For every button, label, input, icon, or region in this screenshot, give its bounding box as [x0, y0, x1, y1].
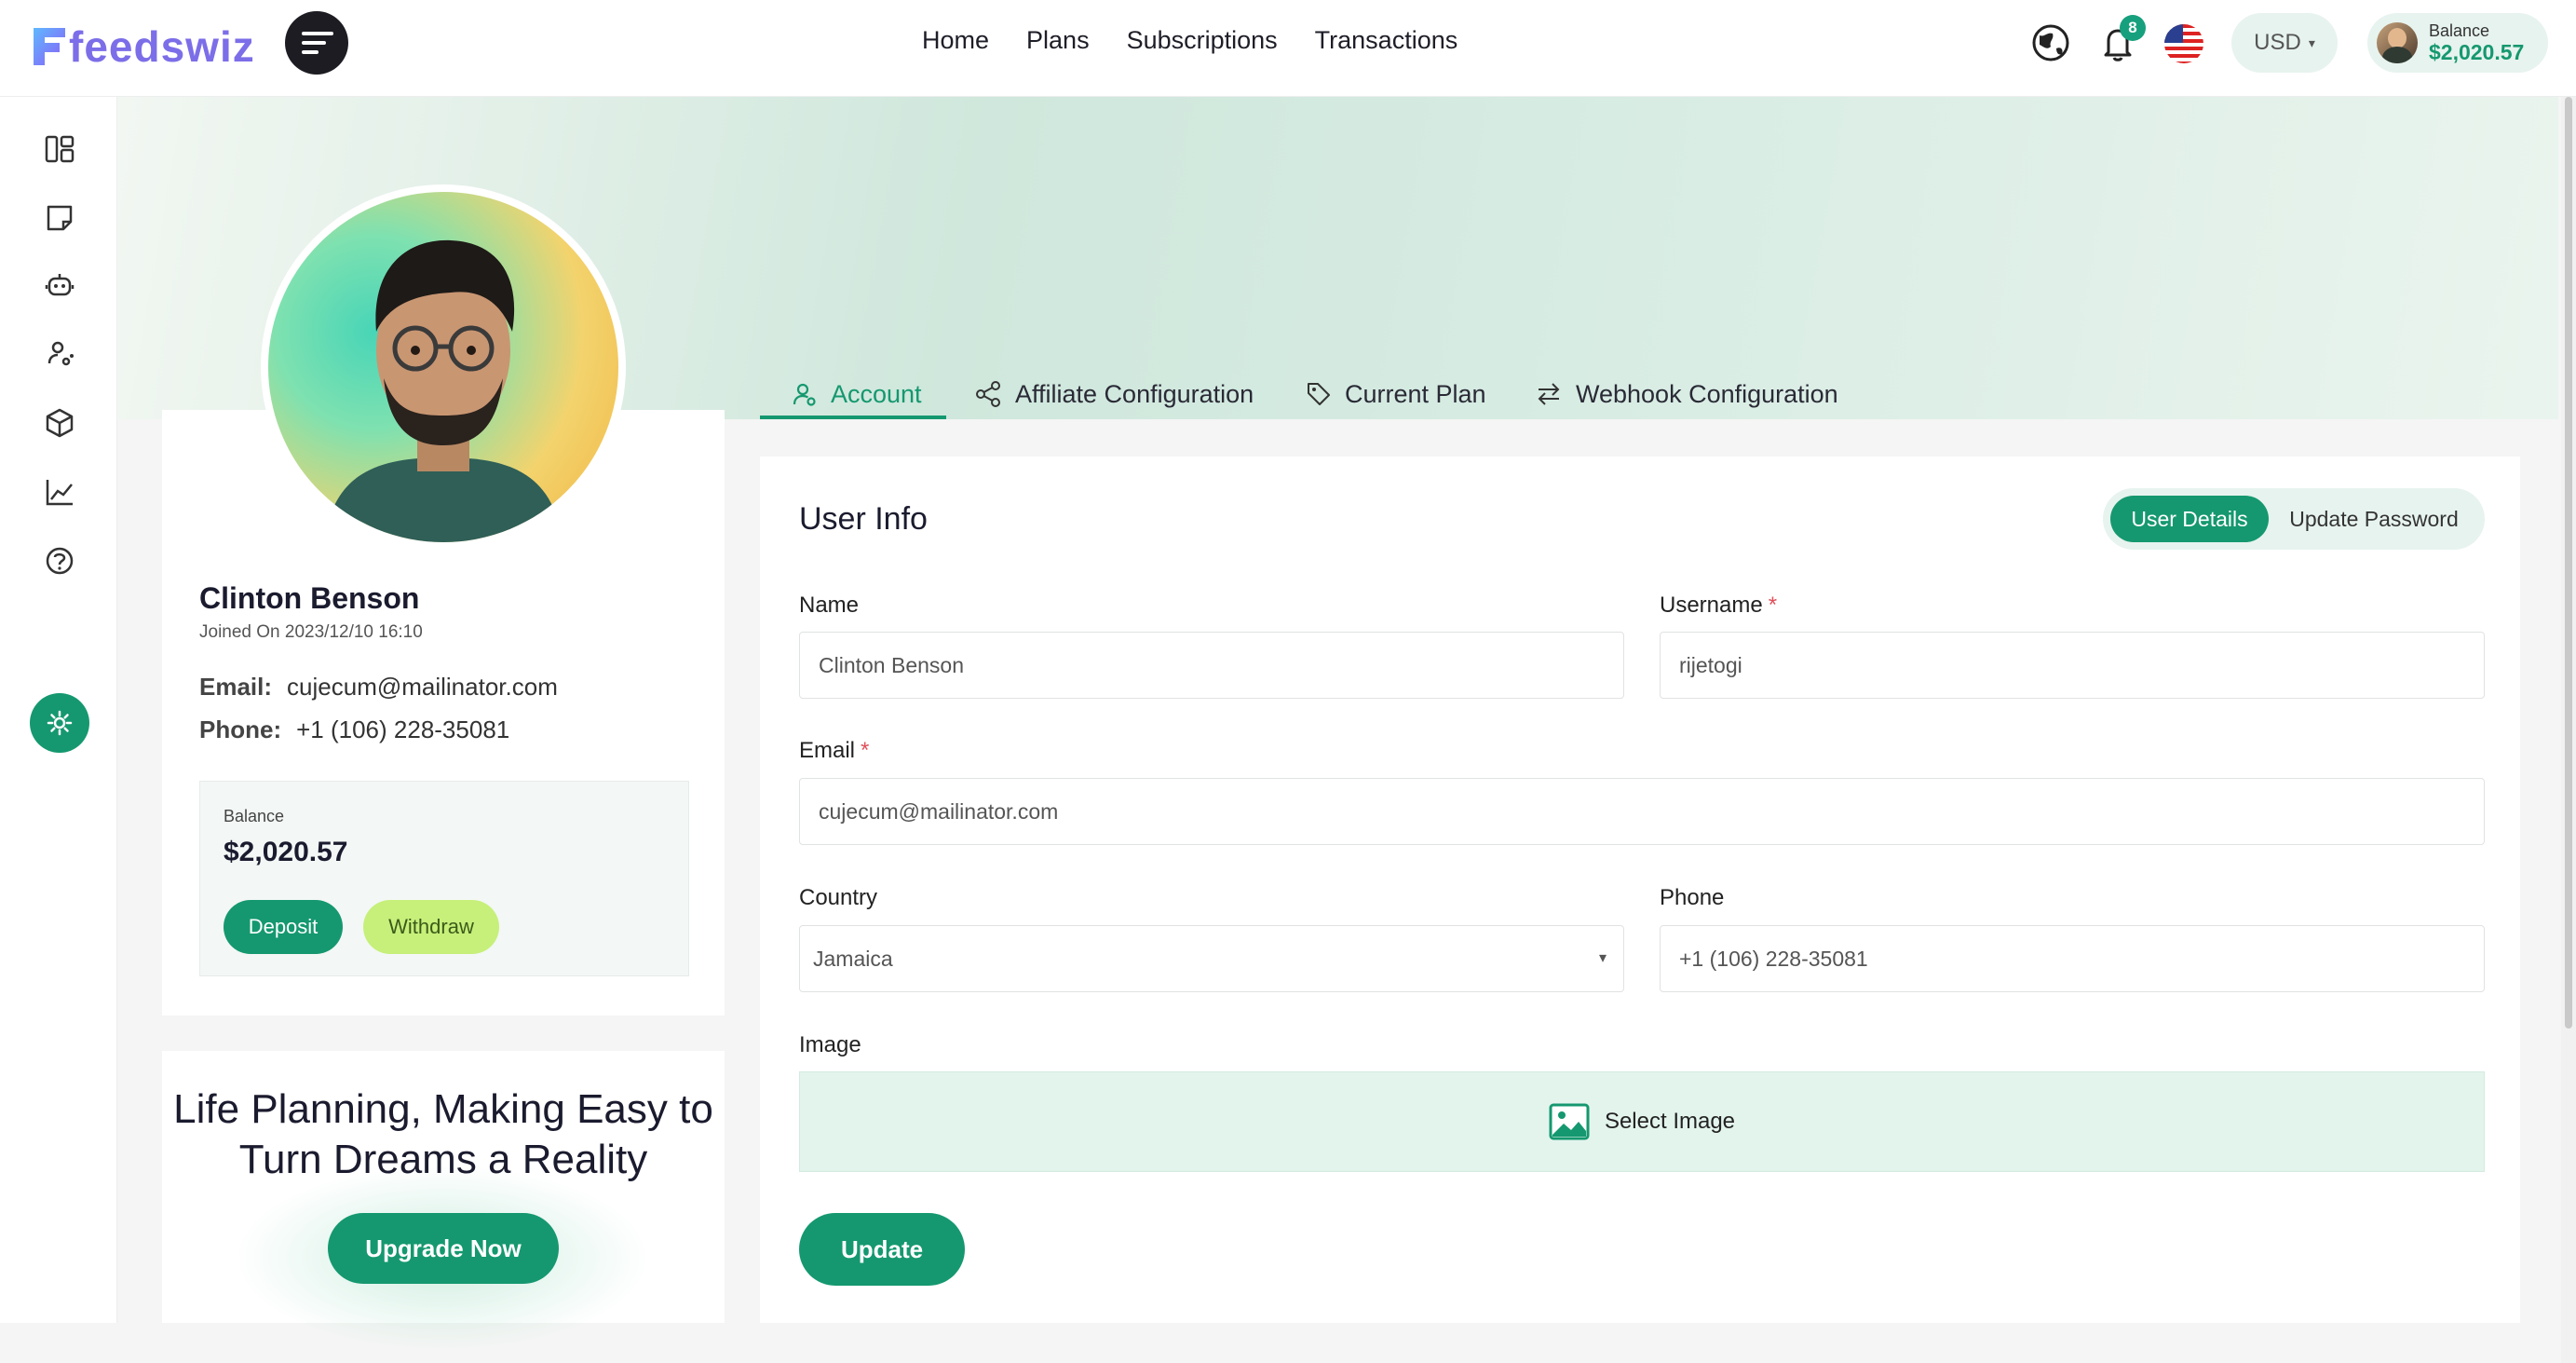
tab-account-label: Account — [831, 379, 922, 408]
select-image-button[interactable]: Select Image — [799, 1071, 2485, 1172]
us-flag-icon[interactable] — [2164, 24, 2203, 63]
notification-badge: 8 — [2120, 15, 2146, 41]
email-label-text: Email — [799, 738, 856, 763]
email-field[interactable]: cujecum@mailinator.com — [799, 778, 2485, 845]
nav-plans[interactable]: Plans — [1026, 26, 1090, 55]
user-icon — [793, 383, 816, 406]
name-field[interactable]: Clinton Benson — [799, 632, 1624, 699]
header-balance[interactable]: Balance $2,020.57 — [2367, 13, 2548, 73]
tab-current-plan-label: Current Plan — [1345, 379, 1486, 408]
currency-value: USD — [2254, 30, 2301, 55]
help-icon[interactable] — [41, 542, 78, 579]
email-label: Email: — [199, 673, 273, 701]
logo[interactable]: feedswiz — [28, 17, 255, 76]
withdraw-button[interactable]: Withdraw — [363, 900, 499, 954]
sidebar — [0, 97, 117, 1323]
user-info-card — [760, 457, 2520, 1323]
notes-icon[interactable] — [41, 199, 78, 237]
tab-webhook-configuration[interactable]: Webhook Configuration — [1535, 369, 1838, 419]
profile-name: Clinton Benson — [199, 581, 420, 615]
user-details-toggle[interactable]: User Details — [2110, 496, 2269, 542]
nav-subscriptions[interactable]: Subscriptions — [1127, 26, 1278, 55]
main-nav: Home Plans Subscriptions Transactions — [922, 26, 1457, 55]
currency-select[interactable]: USD ▾ — [2231, 13, 2338, 73]
country-select[interactable]: Jamaica ▾ — [799, 925, 1624, 992]
required-mark: * — [1768, 593, 1778, 618]
scrollbar-thumb[interactable] — [2565, 97, 2572, 1029]
menu-icon — [302, 32, 333, 35]
phone-value: +1 (106) 228-35081 — [296, 716, 510, 743]
name-label: Name — [799, 593, 859, 619]
menu-icon-line — [302, 41, 326, 45]
username-label: Username * — [1660, 593, 1777, 619]
menu-toggle-button[interactable] — [285, 11, 348, 75]
username-label-text: Username — [1660, 593, 1763, 618]
tab-current-plan[interactable]: Current Plan — [1306, 369, 1486, 419]
update-button[interactable]: Update — [799, 1213, 965, 1286]
profile-avatar — [261, 184, 626, 550]
share-icon — [976, 381, 1000, 407]
swap-icon — [1538, 383, 1560, 405]
settings-icon — [47, 710, 73, 736]
chart-line-icon[interactable] — [41, 473, 78, 511]
avatar — [2377, 22, 2418, 63]
active-tab-indicator — [760, 416, 946, 419]
tag-icon — [1308, 383, 1330, 405]
profile-photo — [324, 239, 563, 542]
email-field-label: Email * — [799, 738, 869, 764]
promo-title: Life Planning, Making Easy to Turn Dream… — [173, 1086, 713, 1182]
logo-mark-icon — [34, 28, 65, 65]
balance-box-label: Balance — [224, 807, 285, 825]
phone-label-text: Phone — [1660, 885, 1725, 910]
tab-webhook-label: Webhook Configuration — [1576, 379, 1838, 408]
balance-value: $2,020.57 — [2429, 40, 2525, 64]
email-value: cujecum@mailinator.com — [287, 673, 558, 701]
nav-transactions[interactable]: Transactions — [1315, 26, 1458, 55]
sidebar-item-settings[interactable] — [30, 693, 89, 753]
update-password-toggle[interactable]: Update Password — [2276, 496, 2472, 542]
country-value: Jamaica — [813, 946, 893, 971]
tab-account[interactable]: Account — [792, 369, 922, 419]
select-image-label: Select Image — [1604, 1109, 1736, 1134]
box-icon[interactable] — [41, 404, 78, 442]
phone-field[interactable]: +1 (106) 228-35081 — [1660, 925, 2485, 992]
country-label: Country — [799, 885, 877, 911]
phone-label: Phone — [1660, 885, 1724, 911]
name-label-text: Name — [799, 593, 860, 618]
upgrade-now-button[interactable]: Upgrade Now — [328, 1213, 559, 1284]
robot-icon[interactable] — [41, 266, 78, 304]
card-title: User Info — [799, 501, 928, 537]
tab-affiliate-label: Affiliate Configuration — [1015, 379, 1254, 408]
balance-label: Balance — [2429, 21, 2490, 40]
country-label-text: Country — [799, 885, 878, 910]
chevron-down-icon: ▾ — [2308, 34, 2315, 50]
image-label: Image — [799, 1032, 861, 1058]
dashboard-icon[interactable] — [41, 130, 78, 168]
profile-joined: Joined On 2023/12/10 16:10 — [199, 622, 423, 642]
profile-email: Email: cujecum@mailinator.com — [199, 673, 558, 702]
username-field[interactable]: rijetogi — [1660, 632, 2485, 699]
phone-label: Phone: — [199, 716, 282, 743]
profile-phone: Phone: +1 (106) 228-35081 — [199, 716, 509, 744]
globe-icon[interactable] — [2030, 22, 2071, 63]
deposit-button[interactable]: Deposit — [224, 900, 343, 954]
logo-text: feedswiz — [69, 22, 255, 71]
user-network-icon[interactable] — [41, 335, 78, 373]
image-label-text: Image — [799, 1032, 861, 1057]
tab-affiliate-configuration[interactable]: Affiliate Configuration — [974, 369, 1254, 419]
nav-home[interactable]: Home — [922, 26, 989, 55]
menu-icon-line — [302, 50, 319, 54]
chevron-down-icon: ▾ — [1598, 950, 1607, 966]
image-icon — [1549, 1103, 1590, 1140]
balance-box-value: $2,020.57 — [224, 837, 348, 867]
required-mark: * — [861, 738, 870, 763]
